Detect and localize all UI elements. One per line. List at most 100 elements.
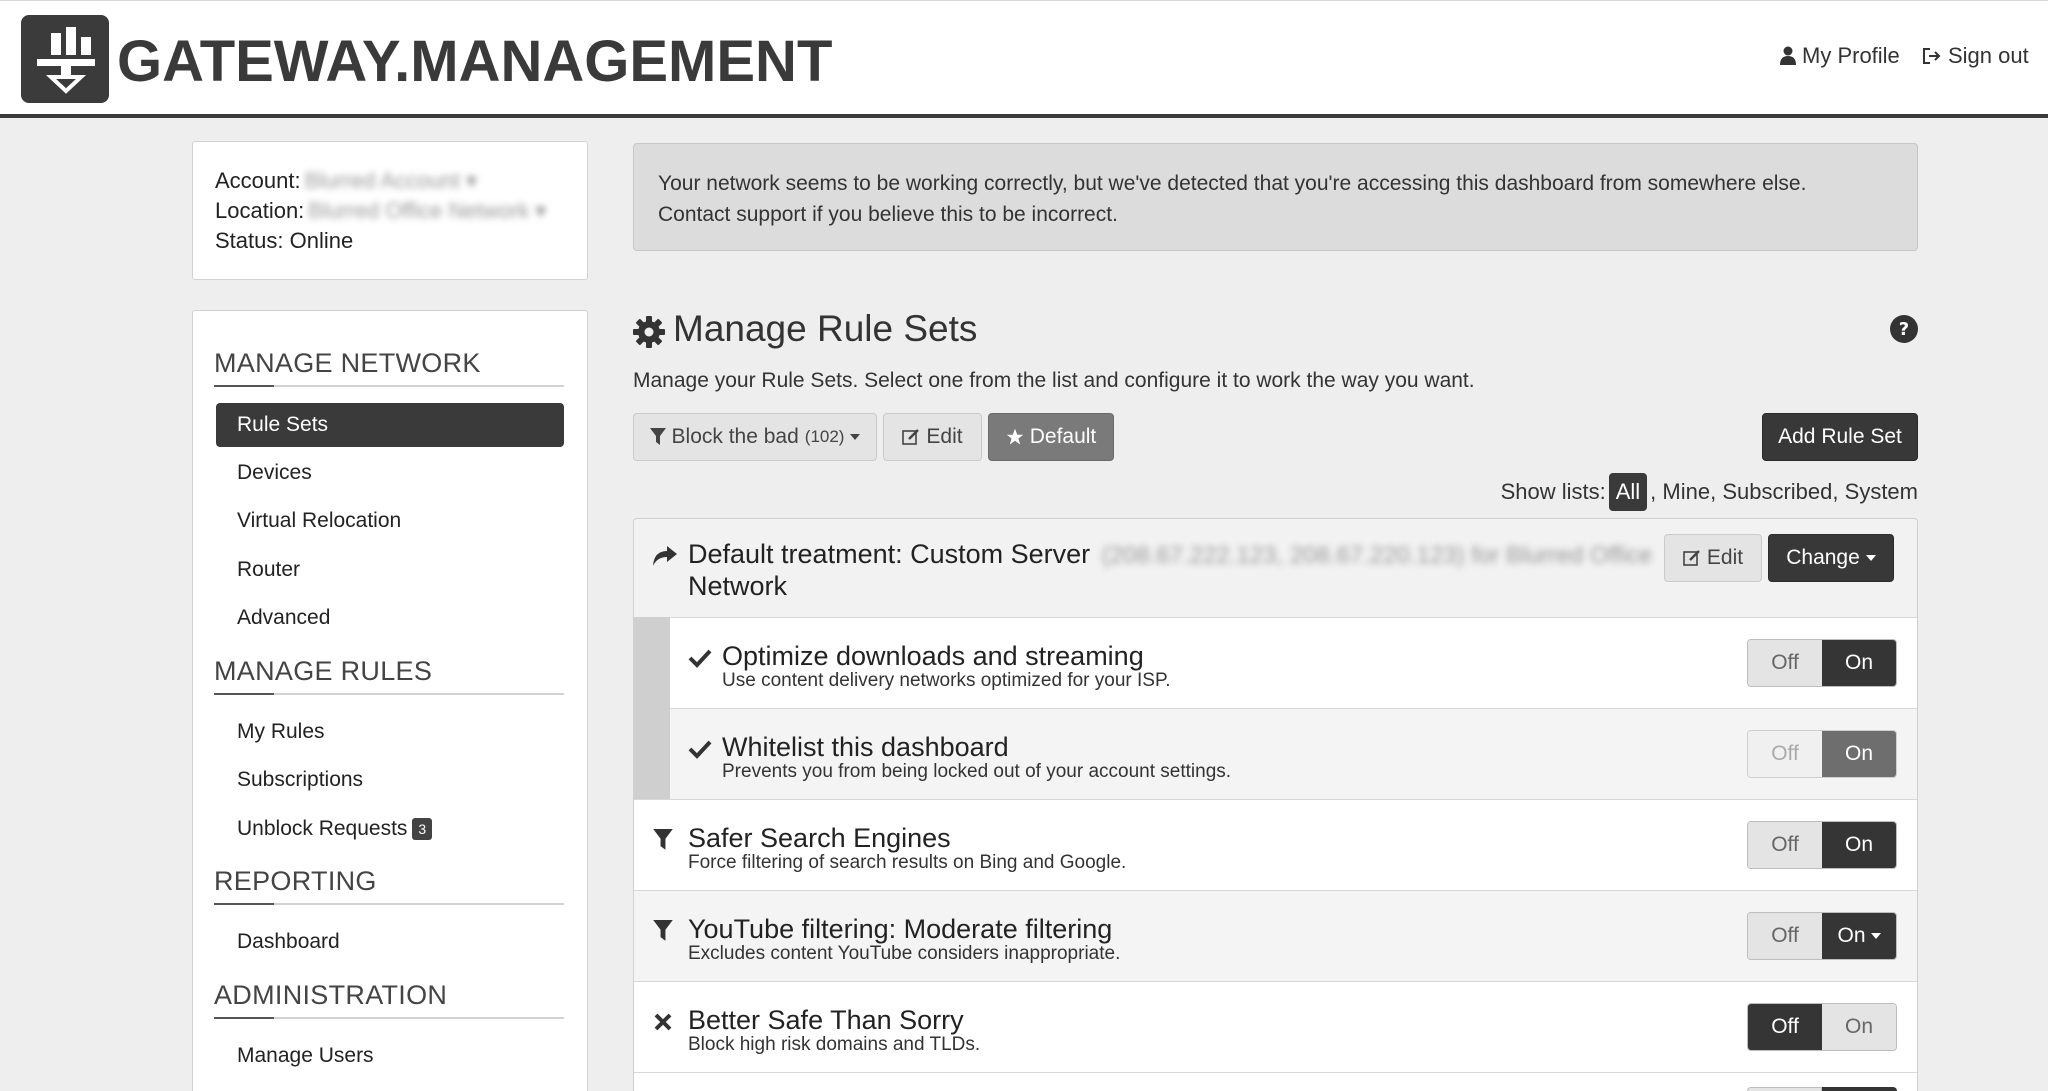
status-text: Status: Online xyxy=(215,228,354,253)
default-ruleset-button[interactable]: Default xyxy=(988,413,1114,461)
my-profile-link[interactable]: My Profile xyxy=(1780,43,1900,69)
rule-row: Better Safe Than Sorry Block high risk d… xyxy=(634,981,1917,1072)
rule-title: Safer Search Engines xyxy=(688,823,951,853)
alert-line-2: Contact support if you believe this to b… xyxy=(658,203,1118,226)
rule-title: Whitelist this dashboard xyxy=(722,732,1009,762)
page-description: Manage your Rule Sets. Select one from t… xyxy=(633,369,1475,392)
add-rule-set-button[interactable]: Add Rule Set xyxy=(1762,413,1918,461)
top-header: GATEWAY.MANAGEMENT My Profile Sign out xyxy=(0,0,2048,118)
sign-out-link[interactable]: Sign out xyxy=(1922,43,2029,69)
default-treatment-prefix: Default treatment: Custom Server xyxy=(688,539,1091,569)
check-icon xyxy=(688,737,712,761)
rule-toggle[interactable]: Off On xyxy=(1747,821,1897,869)
toggle-on[interactable]: On xyxy=(1822,822,1896,868)
change-default-treatment-button[interactable]: Change xyxy=(1768,534,1894,582)
sidebar-item-virtual-relocation[interactable]: Virtual Relocation xyxy=(216,499,564,543)
rule-description: Use content delivery networks optimized … xyxy=(722,670,1171,691)
edit-icon xyxy=(902,429,920,445)
default-treatment-title: Default treatment: Custom Server (208.67… xyxy=(688,539,1688,601)
toggle-on[interactable]: On xyxy=(1822,1004,1896,1050)
sidebar-item-dashboard[interactable]: Dashboard xyxy=(216,920,564,964)
rule-row: Optimize downloads and streaming Use con… xyxy=(670,617,1917,708)
list-filter-all[interactable]: All xyxy=(1608,473,1648,511)
rule-description: Excludes content YouTube considers inapp… xyxy=(688,943,1121,964)
location-line: Location: Blurred Office Network ▾ xyxy=(215,198,546,224)
sidebar-item-subscriptions[interactable]: Subscriptions xyxy=(216,758,564,802)
edit-ruleset-button[interactable]: Edit xyxy=(883,413,982,461)
rule-toggle[interactable]: Off On xyxy=(1747,1003,1897,1051)
chevron-down-icon xyxy=(1870,933,1881,939)
toggle-off[interactable]: Off xyxy=(1748,1004,1822,1050)
sign-out-label: Sign out xyxy=(1948,43,2029,68)
gear-icon xyxy=(633,316,665,353)
rule-title: Optimize downloads and streaming xyxy=(722,641,1144,671)
sidebar-item-manage-users[interactable]: Manage Users xyxy=(216,1034,564,1078)
ruleset-selector-button[interactable]: Block the bad (102) xyxy=(633,413,877,461)
account-line: Account: Blurred Account ▾ xyxy=(215,168,477,194)
location-selector[interactable]: Blurred Office Network ▾ xyxy=(308,198,546,224)
my-profile-label: My Profile xyxy=(1802,43,1900,68)
rule-title: Better Safe Than Sorry xyxy=(688,1005,964,1035)
chevron-down-icon xyxy=(850,434,861,440)
rule-row: YouTube filtering: Moderate filtering Ex… xyxy=(634,890,1917,981)
show-lists-filter: Show lists: All, Mine, Subscribed, Syste… xyxy=(1501,473,1918,511)
list-filter-system[interactable]: System xyxy=(1845,479,1918,505)
toggle-on: On xyxy=(1822,731,1896,777)
rule-row-partial xyxy=(634,1072,1917,1091)
sidebar-item-unblock-requests[interactable]: Unblock Requests 3 xyxy=(216,807,564,851)
filter-icon xyxy=(652,919,674,943)
alert-line-1: Your network seems to be working correct… xyxy=(658,172,1807,195)
rule-toggle-locked: Off On xyxy=(1747,730,1897,778)
toggle-off[interactable]: Off xyxy=(1748,913,1822,959)
edit-default-label: Edit xyxy=(1706,546,1744,569)
account-card: Account: Blurred Account ▾ Location: Blurr… xyxy=(192,141,588,280)
logo-icon[interactable] xyxy=(21,15,109,103)
check-icon xyxy=(688,646,712,670)
help-icon[interactable]: ? xyxy=(1889,314,1919,349)
page-title: Manage Rule Sets xyxy=(673,308,978,349)
edit-default-treatment-button[interactable]: Edit xyxy=(1664,534,1762,582)
toggle-on-label: On xyxy=(1837,924,1866,947)
default-treatment-servers: (208.67.222.123, 208.67.220.123) for Blu… xyxy=(1101,542,1653,569)
sidebar-item-router[interactable]: Router xyxy=(216,548,564,592)
list-filter-subscribed[interactable]: Subscribed xyxy=(1722,479,1832,505)
partial-toggle xyxy=(1747,1087,1897,1091)
toggle-off[interactable]: Off xyxy=(1748,822,1822,868)
default-ruleset-label: Default xyxy=(1029,425,1097,448)
rule-toggle[interactable]: Off On xyxy=(1747,912,1897,960)
toggle-on-dropdown[interactable]: On xyxy=(1822,913,1896,959)
ruleset-count: (102) xyxy=(804,427,845,446)
show-lists-label: Show lists: xyxy=(1500,479,1606,504)
rule-description: Block high risk domains and TLDs. xyxy=(688,1034,981,1055)
sidebar-item-my-rules[interactable]: My Rules xyxy=(216,710,564,754)
sidebar-item-rule-sets[interactable]: Rule Sets xyxy=(216,403,564,447)
rule-row: Whitelist this dashboard Prevents you fr… xyxy=(670,708,1917,799)
unblock-count-badge: 3 xyxy=(412,818,433,840)
rule-description: Prevents you from being locked out of yo… xyxy=(722,761,1232,782)
nested-rule-gutter xyxy=(634,617,670,799)
list-filter-mine[interactable]: Mine xyxy=(1662,479,1710,505)
location-label: Location: xyxy=(215,198,305,223)
toggle-off[interactable]: Off xyxy=(1748,640,1822,686)
toggle-on[interactable]: On xyxy=(1822,640,1896,686)
sidebar-item-advanced[interactable]: Advanced xyxy=(216,596,564,640)
rule-list-panel: Default treatment: Custom Server (208.67… xyxy=(633,518,1918,1091)
chevron-down-icon xyxy=(1865,555,1876,561)
rule-toggle[interactable]: Off On xyxy=(1747,639,1897,687)
star-icon xyxy=(1006,428,1023,445)
default-treatment-suffix: Network xyxy=(688,571,788,601)
unblock-requests-label: Unblock Requests xyxy=(237,817,408,840)
sidebar-item-devices[interactable]: Devices xyxy=(216,451,564,495)
x-icon xyxy=(652,1010,674,1034)
section-administration: ADMINISTRATION xyxy=(214,980,564,1019)
sign-out-icon xyxy=(1923,48,1941,64)
brand-title[interactable]: GATEWAY.MANAGEMENT xyxy=(117,27,832,97)
svg-text:?: ? xyxy=(1899,319,1909,340)
account-selector[interactable]: Blurred Account ▾ xyxy=(305,168,477,194)
filter-icon xyxy=(652,828,674,852)
rule-title: YouTube filtering: Moderate filtering xyxy=(688,914,1113,944)
default-treatment-row: Default treatment: Custom Server (208.67… xyxy=(634,519,1917,617)
change-label: Change xyxy=(1786,546,1860,569)
section-manage-network: MANAGE NETWORK xyxy=(214,348,564,387)
section-reporting: REPORTING xyxy=(214,866,564,905)
